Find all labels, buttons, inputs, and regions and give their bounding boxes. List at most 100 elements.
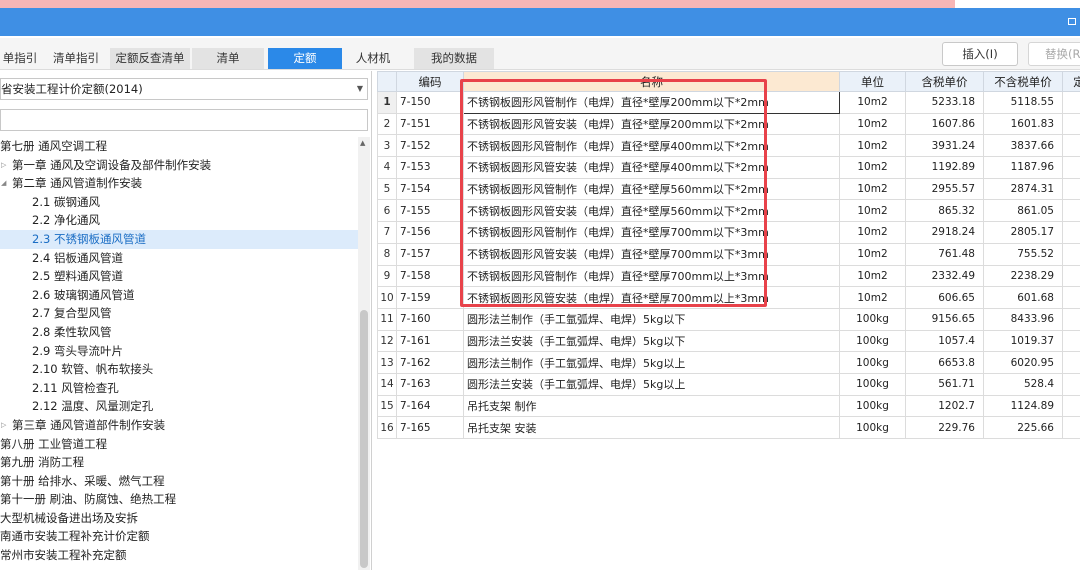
row-notax-price[interactable]: 225.66: [983, 416, 1063, 439]
row-code[interactable]: 7-158: [396, 264, 464, 288]
tree-item[interactable]: 2.1 碳钢通风: [0, 193, 358, 212]
row-tax-price[interactable]: 1607.86: [905, 112, 984, 136]
header-notax-price[interactable]: 不含税单价: [983, 71, 1063, 92]
table-row[interactable]: 4 7-153 不锈钢板圆形风管安装（电焊）直径*壁厚400mm以下*2mm 10m2…: [377, 156, 1080, 179]
row-notax-price[interactable]: 755.52: [983, 242, 1063, 266]
row-notax-price[interactable]: 528.4: [983, 372, 1063, 396]
tree-item[interactable]: 2.6 玻璃钢通风管道: [0, 286, 358, 305]
row-code[interactable]: 7-156: [396, 221, 464, 244]
row-tax-price[interactable]: 6653.8: [905, 351, 984, 374]
row-name[interactable]: 不锈钢板圆形风管安装（电焊）直径*壁厚560mm以下*2mm: [463, 199, 840, 223]
tree-item[interactable]: 2.11 风管检查孔: [0, 379, 358, 398]
tab-my-data[interactable]: 我的数据: [414, 48, 494, 69]
row-unit[interactable]: 10m2: [839, 221, 906, 244]
row-name[interactable]: 不锈钢板圆形风管安装（电焊）直径*壁厚200mm以下*2mm: [463, 112, 840, 136]
tab-quota[interactable]: 定额: [268, 48, 342, 69]
row-unit[interactable]: 10m2: [839, 134, 906, 158]
library-select[interactable]: 省安装工程计价定额(2014) ▼: [0, 78, 368, 100]
row-code[interactable]: 7-152: [396, 134, 464, 158]
row-code[interactable]: 7-162: [396, 351, 464, 374]
tree-item[interactable]: 第七册 通风空调工程: [0, 137, 358, 156]
tab-list-guide[interactable]: 单指引: [0, 48, 40, 69]
row-tax-price[interactable]: 865.32: [905, 199, 984, 223]
collapse-arrow-icon[interactable]: ◢: [1, 174, 6, 193]
table-row[interactable]: 7 7-156 不锈钢板圆形风管制作（电焊）直径*壁厚700mm以下*3mm 10m2…: [377, 221, 1080, 244]
row-unit[interactable]: 10m2: [839, 286, 906, 309]
row-name[interactable]: 不锈钢板圆形风管安装（电焊）直径*壁厚700mm以上*3mm: [463, 286, 840, 309]
tree-item[interactable]: 第八册 工业管道工程: [0, 435, 358, 454]
window-restore-icon[interactable]: [1068, 18, 1076, 25]
row-quota[interactable]: [1062, 134, 1080, 158]
row-notax-price[interactable]: 1019.37: [983, 329, 1063, 353]
row-notax-price[interactable]: 2238.29: [983, 264, 1063, 288]
row-index[interactable]: 9: [377, 264, 397, 288]
row-notax-price[interactable]: 8433.96: [983, 307, 1063, 331]
tree-item[interactable]: 常州市安装工程补充定额: [0, 546, 358, 565]
expand-arrow-icon[interactable]: ▷: [1, 416, 6, 435]
row-quota[interactable]: [1062, 394, 1080, 418]
row-quota[interactable]: [1062, 242, 1080, 266]
row-notax-price[interactable]: 2874.31: [983, 177, 1063, 201]
row-unit[interactable]: 10m2: [839, 156, 906, 179]
tree-item[interactable]: 第十一册 刷油、防腐蚀、绝热工程: [0, 490, 358, 509]
row-index[interactable]: 5: [377, 177, 397, 201]
row-tax-price[interactable]: 2955.57: [905, 177, 984, 201]
row-tax-price[interactable]: 761.48: [905, 242, 984, 266]
row-unit[interactable]: 100kg: [839, 329, 906, 353]
tree-item[interactable]: 南通市安装工程补充计价定额: [0, 527, 358, 546]
tree-item[interactable]: 2.5 塑料通风管道: [0, 267, 358, 286]
row-notax-price[interactable]: 3837.66: [983, 134, 1063, 158]
row-name[interactable]: 不锈钢板圆形风管制作（电焊）直径*壁厚200mm以下*2mm: [463, 91, 840, 114]
row-tax-price[interactable]: 229.76: [905, 416, 984, 439]
row-name[interactable]: 圆形法兰安装（手工氩弧焊、电焊）5kg以上: [463, 372, 840, 396]
row-index[interactable]: 15: [377, 394, 397, 418]
row-quota[interactable]: [1062, 221, 1080, 244]
row-tax-price[interactable]: 1057.4: [905, 329, 984, 353]
tree-item[interactable]: 2.4 铝板通风管道: [0, 249, 358, 268]
row-code[interactable]: 7-153: [396, 156, 464, 179]
row-name[interactable]: 圆形法兰制作（手工氩弧焊、电焊）5kg以下: [463, 307, 840, 331]
row-name[interactable]: 不锈钢板圆形风管安装（电焊）直径*壁厚400mm以下*2mm: [463, 156, 840, 179]
chevron-down-icon[interactable]: ▼: [357, 79, 363, 99]
row-code[interactable]: 7-150: [396, 91, 464, 114]
row-code[interactable]: 7-165: [396, 416, 464, 439]
table-row[interactable]: 2 7-151 不锈钢板圆形风管安装（电焊）直径*壁厚200mm以下*2mm 10m2…: [377, 112, 1080, 136]
tree-item[interactable]: ▷ 第三章 通风管道部件制作安装: [0, 416, 358, 435]
tab-labor-material-machine[interactable]: 人材机: [348, 48, 398, 69]
row-tax-price[interactable]: 2918.24: [905, 221, 984, 244]
tree-item[interactable]: 第九册 消防工程: [0, 453, 358, 472]
row-name[interactable]: 吊托支架 安装: [463, 416, 840, 439]
row-name[interactable]: 不锈钢板圆形风管制作（电焊）直径*壁厚700mm以下*3mm: [463, 221, 840, 244]
row-unit[interactable]: 10m2: [839, 112, 906, 136]
row-unit[interactable]: 100kg: [839, 372, 906, 396]
tab-quota-reverse-lookup[interactable]: 定额反查清单: [110, 48, 190, 69]
tree-item[interactable]: 2.9 弯头导流叶片: [0, 342, 358, 361]
row-index[interactable]: 16: [377, 416, 397, 439]
row-code[interactable]: 7-151: [396, 112, 464, 136]
table-row[interactable]: 10 7-159 不锈钢板圆形风管安装（电焊）直径*壁厚700mm以上*3mm 10m…: [377, 286, 1080, 309]
table-row[interactable]: 6 7-155 不锈钢板圆形风管安装（电焊）直径*壁厚560mm以下*2mm 10m2…: [377, 199, 1080, 223]
row-notax-price[interactable]: 2805.17: [983, 221, 1063, 244]
row-index[interactable]: 8: [377, 242, 397, 266]
row-code[interactable]: 7-164: [396, 394, 464, 418]
tab-bill-guide[interactable]: 清单指引: [45, 48, 107, 69]
row-unit[interactable]: 10m2: [839, 91, 906, 114]
row-name[interactable]: 不锈钢板圆形风管制作（电焊）直径*壁厚400mm以下*2mm: [463, 134, 840, 158]
expand-arrow-icon[interactable]: ▷: [1, 156, 6, 175]
row-name[interactable]: 圆形法兰制作（手工氩弧焊、电焊）5kg以上: [463, 351, 840, 374]
table-row[interactable]: 16 7-165 吊托支架 安装 100kg 229.76 225.66: [377, 416, 1080, 439]
row-quota[interactable]: [1062, 329, 1080, 353]
row-name[interactable]: 不锈钢板圆形风管制作（电焊）直径*壁厚560mm以下*2mm: [463, 177, 840, 201]
insert-button[interactable]: 插入(I): [942, 42, 1018, 66]
row-code[interactable]: 7-155: [396, 199, 464, 223]
row-index[interactable]: 4: [377, 156, 397, 179]
row-index[interactable]: 14: [377, 372, 397, 396]
table-row[interactable]: 11 7-160 圆形法兰制作（手工氩弧焊、电焊）5kg以下 100kg 9156.65…: [377, 307, 1080, 331]
row-quota[interactable]: [1062, 286, 1080, 309]
header-name[interactable]: 名称: [463, 71, 840, 92]
row-tax-price[interactable]: 5233.18: [905, 91, 984, 114]
table-row[interactable]: 14 7-163 圆形法兰安装（手工氩弧焊、电焊）5kg以上 100kg 561.71 5…: [377, 372, 1080, 396]
row-quota[interactable]: [1062, 112, 1080, 136]
row-code[interactable]: 7-160: [396, 307, 464, 331]
row-quota[interactable]: [1062, 199, 1080, 223]
